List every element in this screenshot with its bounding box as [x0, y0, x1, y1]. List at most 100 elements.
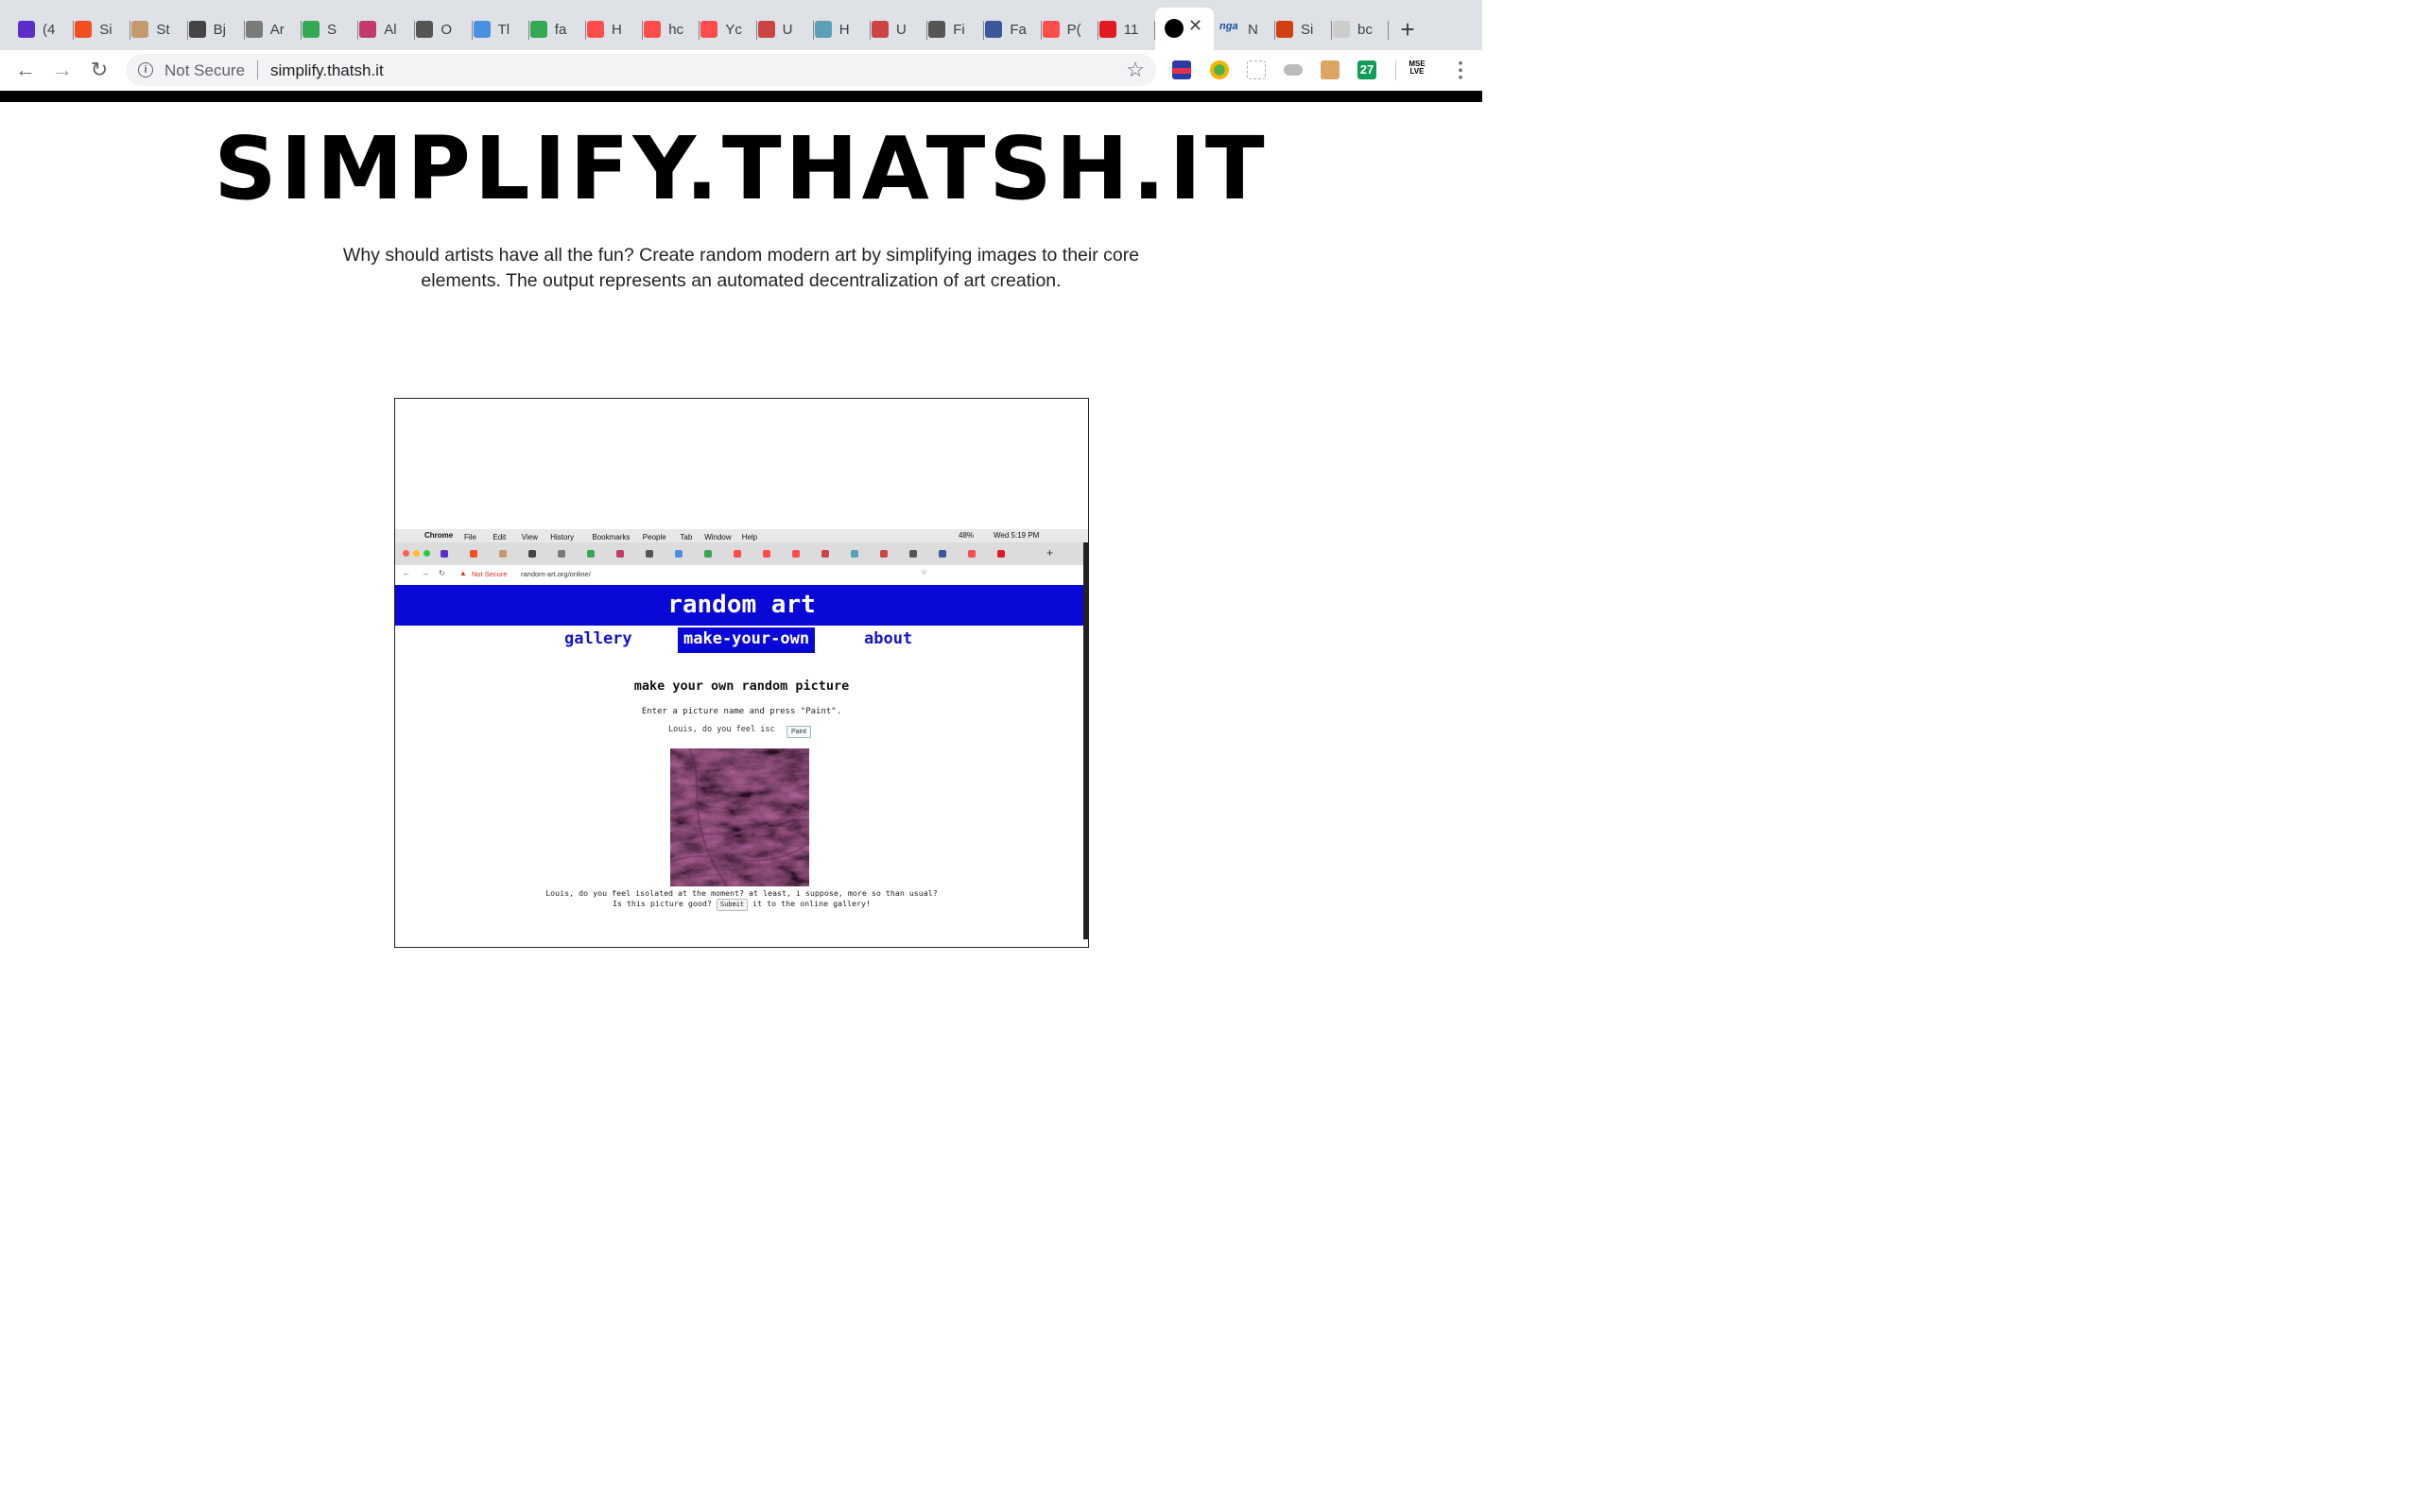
menubar-item: Tab	[680, 533, 693, 541]
extension-icon-5[interactable]	[1321, 60, 1340, 79]
tab-separator	[812, 21, 814, 40]
zoom-dot-icon	[424, 550, 430, 557]
browser-tab[interactable]: Yc	[700, 15, 757, 43]
tab-separator	[527, 21, 529, 40]
battery-text: 48%	[959, 531, 975, 540]
tab-favicon-icon	[188, 21, 206, 38]
browser-tab[interactable]: Si	[1276, 15, 1332, 43]
tab-separator	[186, 21, 188, 40]
toolbar-divider	[1395, 60, 1396, 80]
tab-favicon-icon	[1333, 21, 1350, 38]
browser-tab[interactable]: bc	[1333, 15, 1389, 43]
tab-favicon-icon	[131, 21, 149, 38]
browser-tab[interactable]: S	[302, 15, 359, 43]
browser-tab[interactable]: O	[416, 15, 473, 43]
tab-separator	[357, 21, 359, 40]
tab-separator	[584, 21, 586, 40]
caption-line-2: Is this picture good? Submit it to the o…	[395, 899, 1088, 911]
embedded-tab-strip: +	[395, 542, 1088, 566]
caption-line-1: Louis, do you feel isolated at the momen…	[545, 888, 938, 898]
embedded-window-edge	[1083, 542, 1088, 939]
url-text[interactable]: simplify.thatsh.it	[270, 61, 384, 80]
address-bar[interactable]: i Not Secure simplify.thatsh.it ☆	[126, 54, 1156, 86]
browser-tab[interactable]: (4	[18, 15, 75, 43]
mac-menubar: Chrome File Edit View History Bookmarks Peopl…	[395, 529, 1088, 542]
browser-tab[interactable]: H	[814, 15, 871, 43]
menubar-item: View	[521, 533, 538, 541]
back-icon[interactable]: ←	[13, 58, 38, 82]
menubar-item: File	[464, 533, 476, 541]
tab-label: N	[1248, 21, 1258, 38]
extension-icon-1[interactable]	[1172, 60, 1191, 79]
bookmark-star-icon[interactable]: ☆	[1126, 58, 1145, 82]
browser-tab[interactable]: St	[131, 15, 188, 43]
nav-gallery[interactable]: gallery	[564, 629, 632, 648]
paint-button[interactable]: Paint	[786, 726, 811, 738]
extension-icon-4[interactable]	[1284, 64, 1303, 76]
new-tab-button[interactable]: +	[1397, 15, 1418, 43]
tab-favicon-icon	[359, 21, 377, 38]
black-circle-icon	[1165, 19, 1184, 38]
tab-strip: (4 Si St Bj Ar S Al O Tl fa Hhc Yc U H U Fi Fa P(11 ✕ nga…	[0, 0, 1482, 50]
info-icon[interactable]: i	[138, 62, 153, 77]
extension-icon-3[interactable]	[1247, 60, 1266, 79]
forward-icon[interactable]: →	[50, 58, 75, 82]
tab-favicon-icon	[529, 21, 547, 38]
nav-about[interactable]: about	[864, 629, 912, 648]
tab-separator	[869, 21, 871, 40]
output-frame: Chrome File Edit View History Bookmarks Peopl…	[394, 398, 1089, 948]
browser-tab[interactable]: nga N	[1219, 15, 1275, 43]
embedded-tab-favicon-icon	[587, 550, 595, 558]
menubar-clock: Wed 5:19 PM	[994, 531, 1040, 540]
close-tab-icon[interactable]: ✕	[1188, 16, 1202, 36]
browser-tab[interactable]: U	[872, 15, 928, 43]
browser-tab[interactable]: hc	[644, 15, 700, 43]
browser-tab[interactable]: Ar	[245, 15, 302, 43]
picture-name-input[interactable]: Louis, do you feel isc	[668, 725, 780, 736]
tab-favicon-icon: nga	[1219, 21, 1238, 32]
browser-tab[interactable]: Si	[75, 15, 131, 43]
browser-tab[interactable]: Tl	[473, 15, 529, 43]
menubar-item: History	[550, 533, 575, 541]
embedded-tab-favicon-icon	[441, 550, 448, 558]
embedded-forward-icon: →	[422, 569, 429, 577]
tab-label: Si	[99, 21, 112, 38]
browser-tab[interactable]: 11	[1098, 15, 1155, 43]
tab-separator	[1331, 21, 1332, 40]
embedded-reload-icon: ↻	[439, 569, 445, 577]
extension-icon-6[interactable]: 27	[1357, 60, 1376, 79]
mse-extension-icon[interactable]: MSE LVE	[1407, 60, 1427, 76]
browser-tab[interactable]: H	[587, 15, 644, 43]
nav-make-your-own[interactable]: make-your-own	[678, 627, 816, 653]
omnibox-divider	[257, 60, 258, 79]
embedded-new-tab-icon: +	[1046, 546, 1054, 559]
picture-caption: Louis, do you feel isolated at the momen…	[395, 888, 1088, 911]
browser-tab[interactable]: U	[757, 15, 814, 43]
browser-tab[interactable]: fa	[529, 15, 586, 43]
tab-active[interactable]: ✕	[1155, 8, 1214, 50]
tab-favicon-icon	[985, 21, 1003, 38]
browser-tab[interactable]: Al	[359, 15, 416, 43]
tab-favicon-icon	[1042, 21, 1060, 38]
browser-tab[interactable]: Bj	[188, 15, 245, 43]
menu-icon[interactable]: ⋮	[1450, 58, 1471, 82]
embedded-tab-favicon-icon	[499, 550, 507, 558]
instructions-text: Enter a picture name and press "Paint".	[641, 707, 842, 716]
close-dot-icon	[403, 550, 409, 557]
browser-tab[interactable]: Fi	[928, 15, 985, 43]
page-description: Why should artists have all the fun? Cre…	[342, 245, 1140, 291]
browser-tab[interactable]: Fa	[985, 15, 1042, 43]
embedded-url: random-art.org/online/	[521, 570, 591, 578]
page-title: SIMPLIFY.THATSH.IT	[214, 118, 1269, 219]
tab-separator	[1040, 21, 1042, 40]
tab-favicon-icon	[928, 21, 946, 38]
embedded-tab-favicon-icon	[470, 550, 477, 558]
embedded-not-secure: Not Secure	[472, 570, 508, 578]
extension-icon-2[interactable]	[1210, 60, 1229, 79]
browser-tab[interactable]: P(	[1042, 15, 1098, 43]
caption-question: Is this picture good?	[612, 899, 712, 908]
submit-button[interactable]: Submit	[716, 899, 749, 911]
tab-label: Tl	[497, 21, 510, 38]
reload-icon[interactable]: ↻	[87, 58, 112, 82]
tab-favicon-icon	[1098, 21, 1116, 38]
